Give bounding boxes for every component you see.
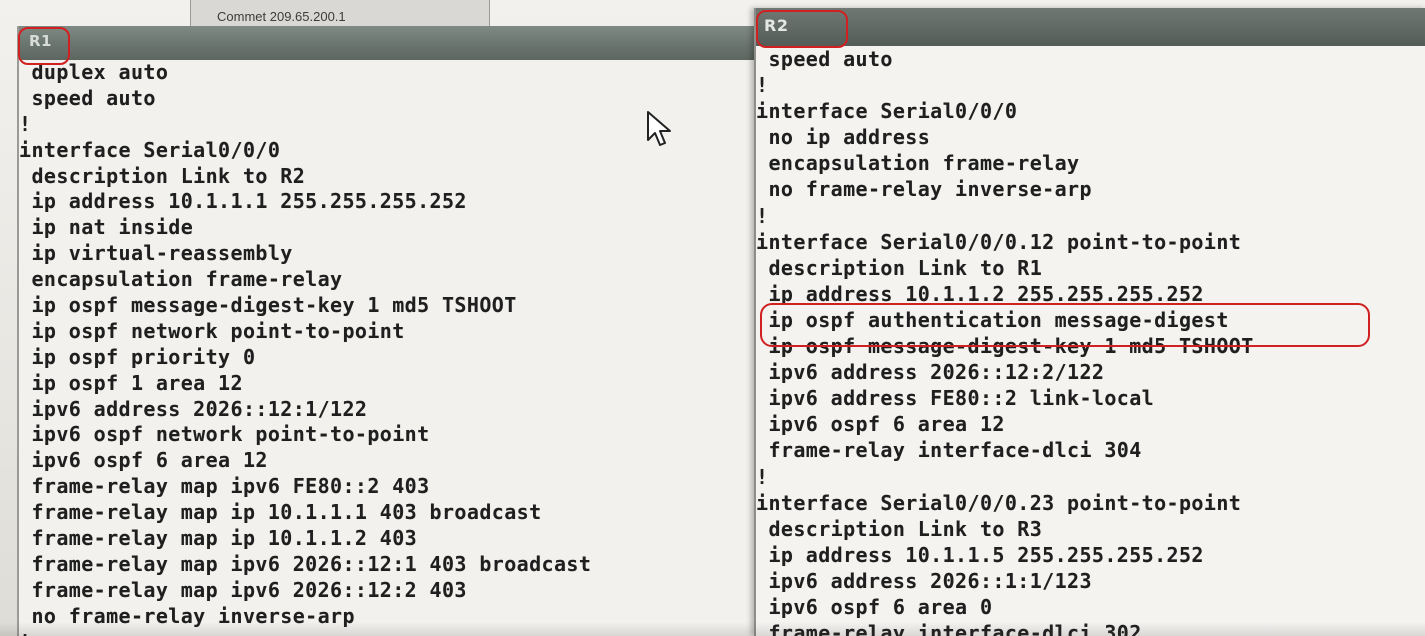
r1-console-line: speed auto (19, 85, 156, 110)
r2-console-line: interface Serial0/0/0 (756, 99, 1018, 124)
r1-console-line: ip ospf priority 0 (19, 344, 256, 369)
r1-title-bar[interactable]: R1 (19, 26, 756, 60)
r2-console-line: ipv6 address FE80::2 link-local (756, 386, 1155, 411)
r2-console-line: frame-relay interface-dlci 304 (756, 438, 1142, 463)
r2-console-line: ip ospf message-digest-key 1 md5 TSHOOT (756, 334, 1254, 359)
r2-console-line: speed auto (756, 47, 893, 71)
r2-console-line: ! (756, 464, 769, 489)
desktop-screen: Commet 209.65.200.1 R1 duplex auto speed… (0, 0, 1425, 636)
r2-console-line: ip ospf authentication message-digest (756, 307, 1229, 332)
r2-console-line: description Link to R1 (756, 255, 1043, 280)
r2-console-line: ipv6 ospf 6 area 12 (756, 412, 1005, 437)
r2-console-line: no ip address (756, 125, 931, 150)
r1-console-line: ! (19, 630, 756, 636)
r1-console-line: ip virtual-reassembly (19, 241, 293, 266)
r1-console-line: ip ospf message-digest-key 1 md5 TSHOOT (19, 293, 517, 318)
r1-window-title: R1 (29, 32, 52, 50)
r1-console-line: ip address 10.1.1.1 255.255.255.252 (19, 189, 467, 214)
background-tab-label: Commet 209.65.200.1 (217, 9, 346, 24)
r1-console-line: ipv6 ospf network point-to-point (19, 422, 430, 447)
r1-console-line: ip nat inside (19, 215, 194, 240)
r1-console-line: ip ospf 1 area 12 (19, 370, 243, 395)
r1-console-line: encapsulation frame-relay (19, 267, 343, 292)
r1-console-line: duplex auto (19, 60, 169, 84)
r2-console-line: ipv6 address 2026::1:1/123 (756, 568, 1092, 593)
r2-console-line: ipv6 ospf 6 area 0 (756, 594, 993, 619)
r2-console-line: ! (756, 203, 769, 228)
background-window-tab[interactable]: Commet 209.65.200.1 (190, 0, 490, 28)
r2-console-line: description Link to R3 (756, 516, 1043, 541)
r1-console-line: ip ospf network point-to-point (19, 318, 405, 343)
r2-console-line: interface Serial0/0/0.12 point-to-point (756, 229, 1242, 254)
r2-console-line: ! (756, 73, 769, 98)
r2-console-line: frame-relay interface-dlci 302 (756, 621, 1142, 636)
mouse-pointer-icon (647, 111, 671, 146)
r2-window-title: R2 (764, 16, 789, 35)
r1-console-line: frame-relay map ipv6 2026::12:1 403 broa… (19, 551, 592, 576)
r2-console-line: ipv6 address 2026::12:2/122 (756, 360, 1105, 385)
r1-console-line: ipv6 ospf 6 area 12 (19, 448, 268, 473)
r2-title-bar[interactable]: R2 (756, 8, 1425, 46)
r1-console-line: no frame-relay inverse-arp (19, 603, 355, 628)
r2-console-output[interactable]: speed auto! interface Serial0/0/0 no ip a… (756, 46, 1425, 636)
r2-console-line: interface Serial0/0/0.23 point-to-point (756, 490, 1242, 515)
r1-console-line: description Link to R2 (19, 163, 306, 188)
r2-console-line: encapsulation frame-relay (756, 151, 1080, 176)
r1-console-line: frame-relay map ipv6 2026::12:2 403 (19, 577, 467, 602)
r2-console-line: ip address 10.1.1.5 255.255.255.252 (756, 542, 1204, 567)
r1-console-line: frame-relay map ipv6 FE80::2 403 (19, 474, 430, 499)
r1-console-line: frame-relay map ip 10.1.1.2 403 (19, 526, 418, 551)
r2-console-line: no frame-relay inverse-arp (756, 177, 1092, 202)
r2-console-window[interactable]: R2 speed auto! interface Serial0/0/0 no i… (754, 8, 1425, 636)
r1-console-line: frame-relay map ip 10.1.1.1 403 broadcas… (19, 500, 542, 525)
r2-console-line: ip address 10.1.1.2 255.255.255.252 (756, 281, 1204, 306)
r1-console-line: ipv6 address 2026::12:1/122 (19, 396, 368, 421)
